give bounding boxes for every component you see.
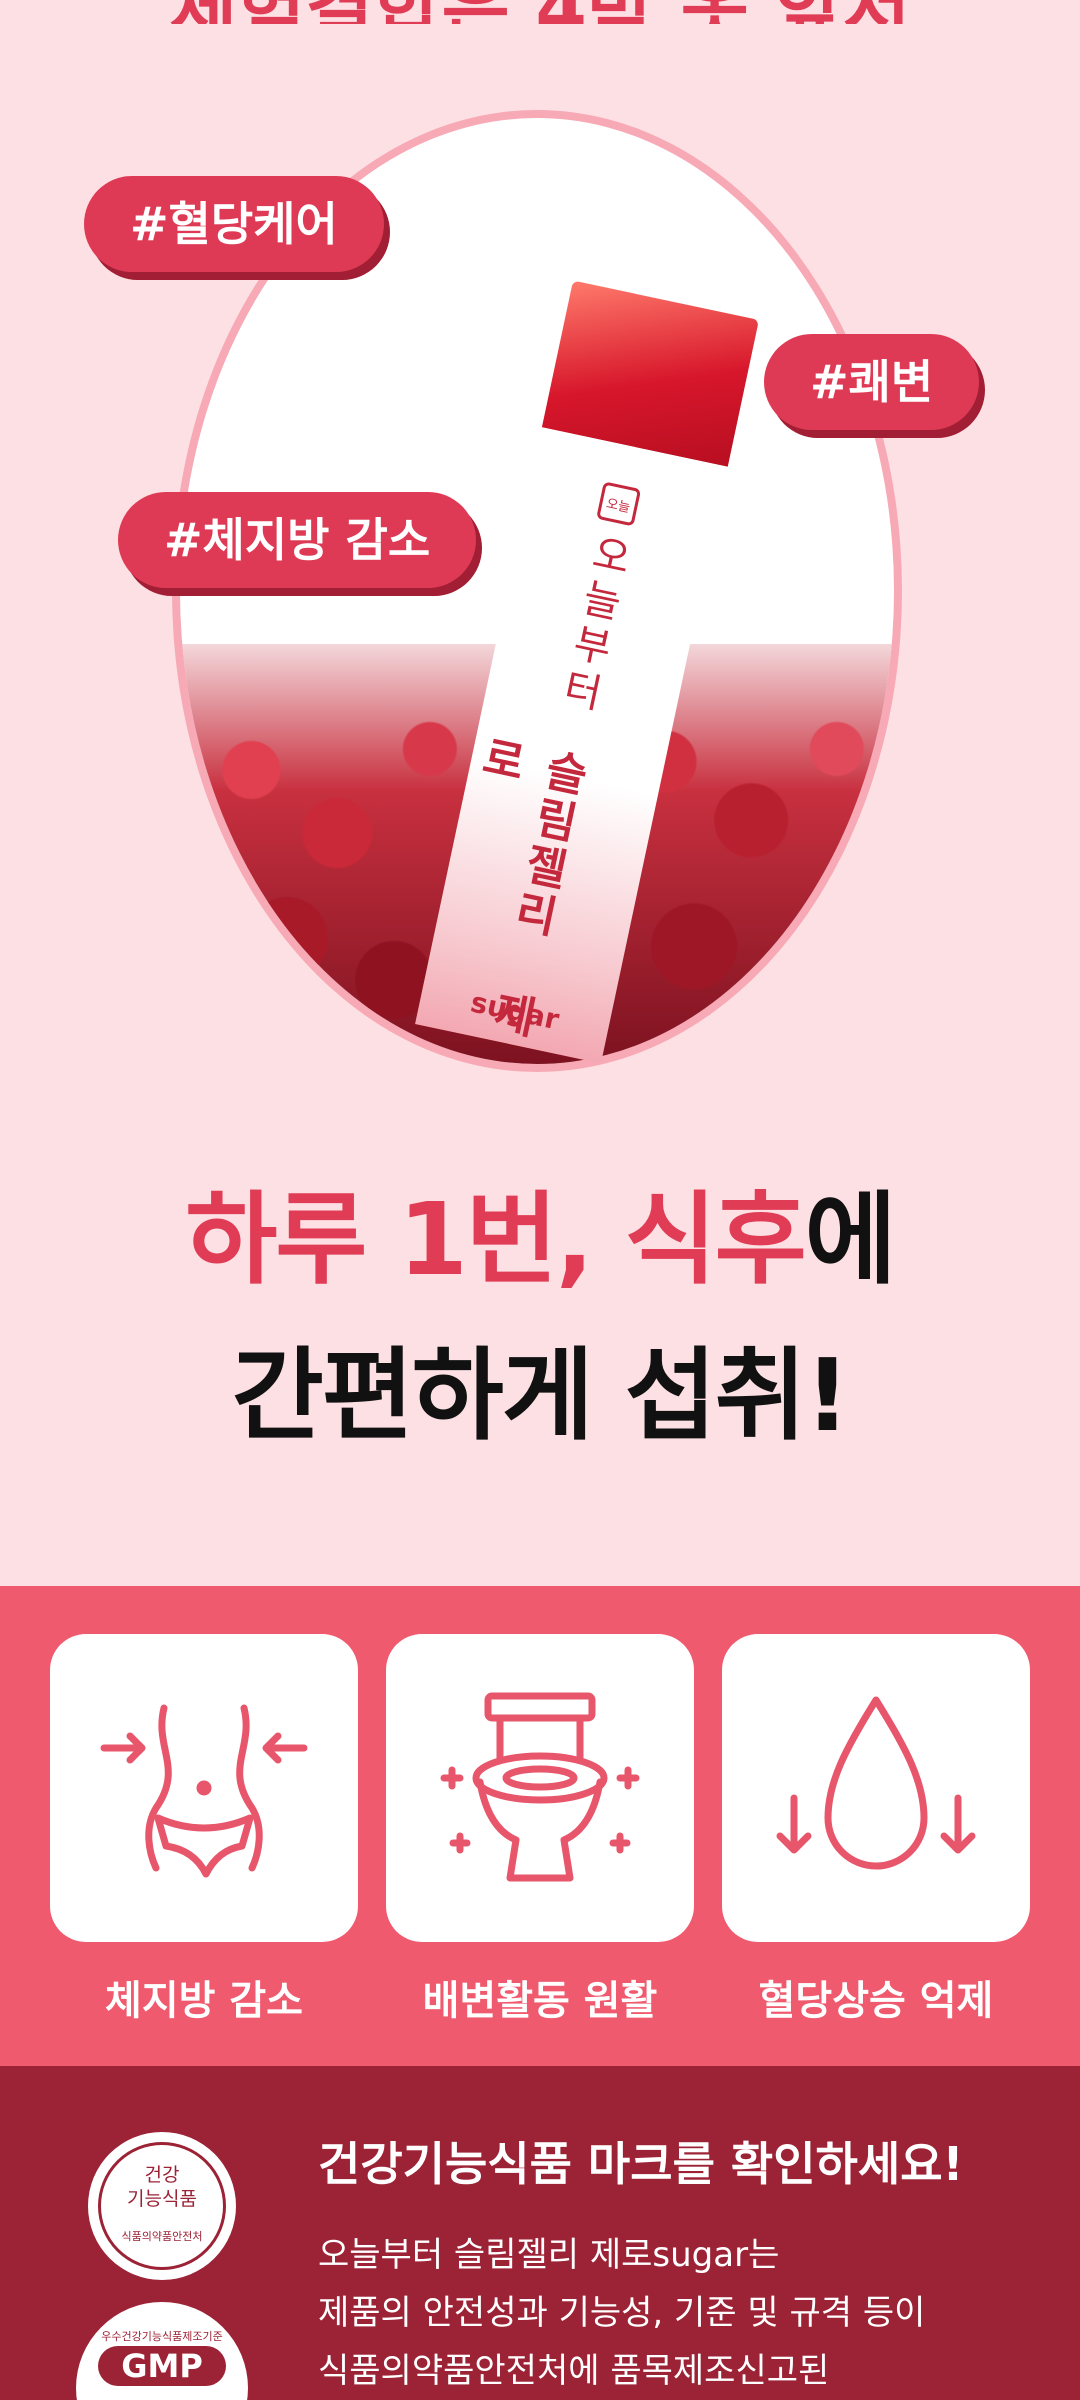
drop-down-icon (776, 1696, 976, 1870)
hashtag-bowel: #쾌변 (764, 334, 980, 430)
product-brand: 오늘부터 (551, 529, 635, 719)
certification-title: 건강기능식품 마크를 확인하세요! (318, 2137, 964, 2191)
hashtag-blood-sugar: #혈당케어 (84, 176, 384, 272)
certification-section: 건강 기능식품 식품의약품안전처 우수건강기능식품제조기준 GMP 건강기능식품… (0, 2066, 1080, 2400)
mark-line-1: 건강 (144, 2164, 180, 2186)
gmp-label: GMP (98, 2346, 226, 2386)
intake-headline: 하루 1번, 식후에 간편하게 섭취! (0, 1162, 1080, 1474)
certification-text: 오늘부터 슬림젤리 제로sugar는 제품의 안전성과 기능성, 기준 및 규격… (318, 2226, 925, 2400)
benefit-label-blood-sugar: 혈당상승 억제 (758, 1978, 994, 2024)
benefit-card-blood-sugar (722, 1634, 1030, 1942)
hero-section: 오늘 오늘부터 슬림젤리 제로 sugar #혈당케어 #쾌변 #체지방 감소 (0, 24, 1080, 1074)
brand-logo-icon: 오늘 (596, 481, 642, 527)
headline-line-2: 간편하게 섭취! (231, 1337, 850, 1454)
certification-line: 식품의약품안전처에 품목제조신고된 (318, 2351, 830, 2391)
mark-sub: 식품의약품안전처 (121, 2230, 203, 2243)
top-banner-text: 체험결합은 4박 옷 앞서 (0, 0, 1080, 24)
headline-highlight: 하루 1번, 식후 (185, 1181, 806, 1298)
toilet-icon (440, 1692, 640, 1882)
benefits-band: 체지방 감소 배변활동 원활 혈당상승 억제 (0, 1586, 1080, 2066)
hashtag-body-fat: #체지방 감소 (118, 492, 477, 588)
headline-suffix: 에 (804, 1181, 897, 1298)
gmp-sub: 우수건강기능식품제조기준 (101, 2330, 223, 2343)
headline-line-1: 하루 1번, 식후에 (0, 1162, 1080, 1318)
benefit-card-body-fat (50, 1634, 358, 1942)
certification-line: 제품의 안전성과 기능성, 기준 및 규격 등이 (318, 2293, 926, 2333)
benefit-card-bowel (386, 1634, 694, 1942)
certification-line: 오늘부터 슬림젤리 제로sugar는 (318, 2235, 780, 2275)
health-food-mark-icon: 건강 기능식품 식품의약품안전처 (88, 2132, 236, 2280)
gmp-mark-icon: 우수건강기능식품제조기준 GMP (76, 2302, 248, 2400)
top-banner: 체험결합은 4박 옷 앞서 (0, 0, 1080, 24)
waist-icon (100, 1704, 308, 1878)
mark-line-2: 기능식품 (127, 2188, 197, 2210)
